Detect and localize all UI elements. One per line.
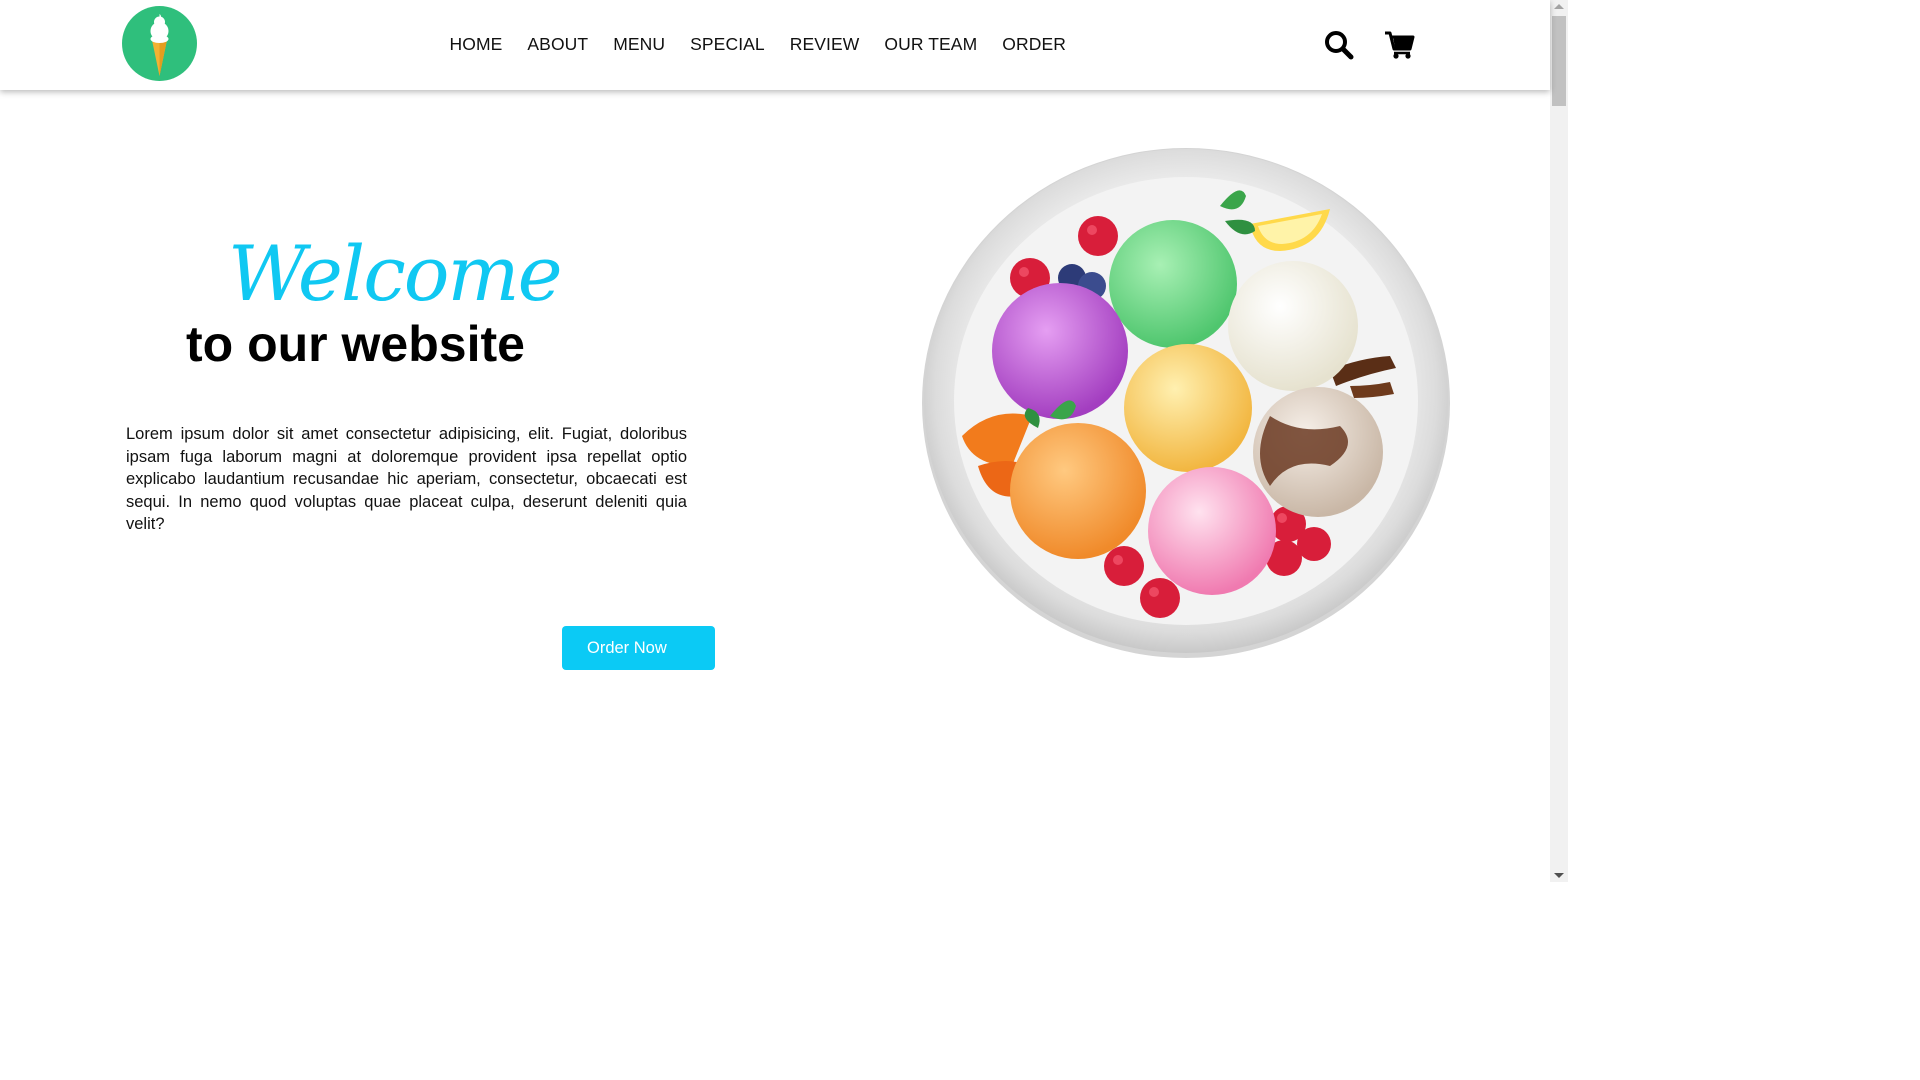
nav-menu[interactable]: MENU: [601, 33, 678, 55]
scroll-down-arrow-icon[interactable]: [1554, 873, 1564, 878]
ice-cream-cone-icon: [150, 14, 169, 76]
nav-our-team[interactable]: OUR TEAM: [872, 33, 990, 55]
welcome-subtitle: to our website: [186, 316, 525, 372]
scroll-up-arrow-icon[interactable]: [1554, 4, 1564, 9]
search-icon: [1325, 31, 1354, 60]
logo[interactable]: [122, 6, 197, 81]
nav-special[interactable]: SPECIAL: [678, 33, 778, 55]
scroll-thumb[interactable]: [1552, 16, 1566, 106]
cart-button[interactable]: [1383, 28, 1417, 62]
cart-icon: [1385, 31, 1415, 59]
nav-review[interactable]: REVIEW: [777, 33, 872, 55]
search-button[interactable]: [1322, 28, 1356, 62]
site-header: HOME ABOUT MENU SPECIAL REVIEW OUR TEAM …: [0, 0, 1550, 90]
scrollbar[interactable]: [1550, 0, 1568, 882]
ice-cream-plate-image: [920, 146, 1452, 660]
nav-order[interactable]: ORDER: [990, 33, 1079, 55]
order-now-button[interactable]: Order Now: [562, 626, 715, 670]
hero-description: Lorem ipsum dolor sit amet consectetur a…: [126, 425, 687, 533]
nav-home[interactable]: HOME: [437, 33, 515, 55]
page: HOME ABOUT MENU SPECIAL REVIEW OUR TEAM …: [0, 0, 1568, 882]
main-nav: HOME ABOUT MENU SPECIAL REVIEW OUR TEAM …: [437, 33, 1078, 55]
welcome-heading: Welcome: [228, 229, 563, 318]
nav-about[interactable]: ABOUT: [515, 33, 601, 55]
